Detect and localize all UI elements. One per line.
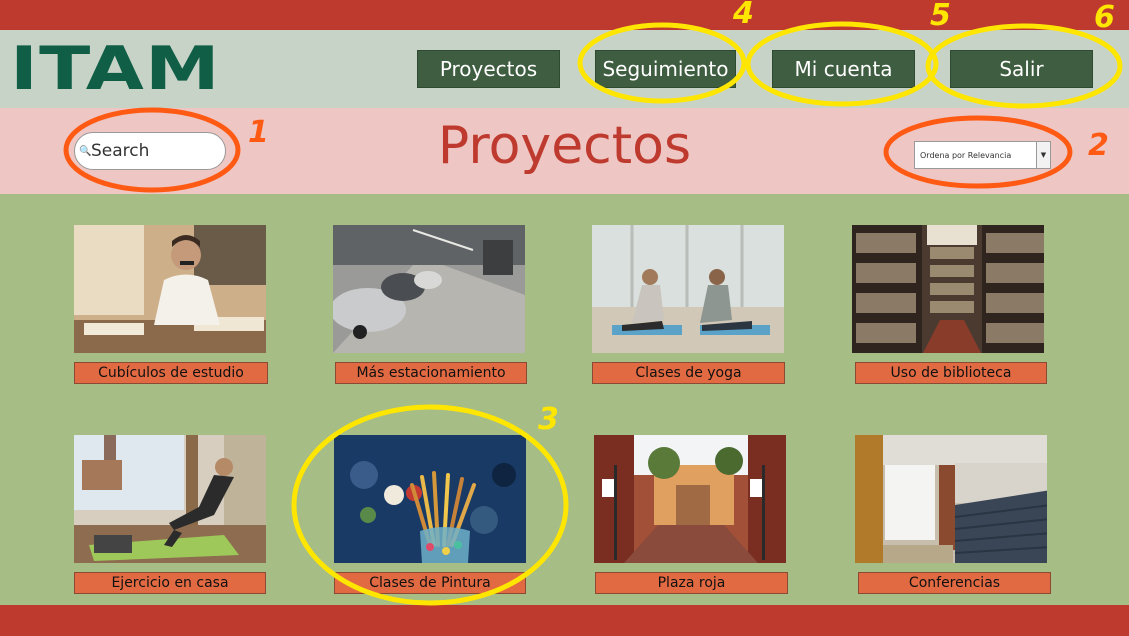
- annotation-number-1: 1: [248, 115, 269, 150]
- header: ITAM Proyectos Seguimiento Mi cuenta Sal…: [0, 30, 1129, 108]
- search-box[interactable]: 🔍: [74, 132, 226, 170]
- annotation-number-2: 2: [1088, 128, 1109, 163]
- nav-button-mi-cuenta[interactable]: Mi cuenta: [772, 50, 915, 88]
- plaza-photo[interactable]: [594, 435, 786, 563]
- itam-logo[interactable]: ITAM: [10, 39, 221, 99]
- card-label[interactable]: Clases de Pintura: [334, 572, 526, 594]
- sort-selected-value: Ordena por Relevancia: [920, 150, 1012, 160]
- yoga-photo[interactable]: [592, 225, 784, 353]
- annotation-number-4: 4: [733, 0, 754, 31]
- card-label[interactable]: Clases de yoga: [592, 362, 785, 384]
- card-cubiculos[interactable]: Cubículos de estudio: [74, 225, 270, 384]
- card-label[interactable]: Plaza roja: [595, 572, 788, 594]
- card-estacionamiento[interactable]: Más estacionamiento: [333, 225, 529, 384]
- chevron-down-icon[interactable]: ▼: [1036, 142, 1050, 168]
- sort-dropdown[interactable]: Ordena por Relevancia ▼: [914, 141, 1051, 169]
- card-label[interactable]: Conferencias: [858, 572, 1051, 594]
- annotation-number-5: 5: [930, 0, 951, 33]
- card-label[interactable]: Ejercicio en casa: [74, 572, 266, 594]
- bottom-red-bar: [0, 605, 1129, 636]
- nav-button-proyectos[interactable]: Proyectos: [417, 50, 560, 88]
- search-icon: 🔍: [79, 145, 92, 157]
- paint-brushes-photo[interactable]: [334, 435, 526, 563]
- library-photo[interactable]: [852, 225, 1044, 353]
- card-plaza-roja[interactable]: Plaza roja: [594, 435, 790, 594]
- title-band: Proyectos 🔍 Ordena por Relevancia ▼: [0, 108, 1129, 194]
- parking-photo[interactable]: [333, 225, 525, 353]
- card-ejercicio[interactable]: Ejercicio en casa: [74, 435, 270, 594]
- study-photo[interactable]: [74, 225, 266, 353]
- nav-button-seguimiento[interactable]: Seguimiento: [595, 50, 736, 88]
- card-biblioteca[interactable]: Uso de biblioteca: [852, 225, 1048, 384]
- nav-button-salir[interactable]: Salir: [950, 50, 1093, 88]
- home-exercise-photo[interactable]: [74, 435, 266, 563]
- card-conferencias[interactable]: Conferencias: [855, 435, 1051, 594]
- card-yoga[interactable]: Clases de yoga: [592, 225, 788, 384]
- card-label[interactable]: Más estacionamiento: [335, 362, 527, 384]
- card-label[interactable]: Uso de biblioteca: [855, 362, 1047, 384]
- top-red-bar: [0, 0, 1129, 30]
- card-label[interactable]: Cubículos de estudio: [74, 362, 268, 384]
- search-input[interactable]: [91, 141, 221, 161]
- annotation-number-6: 6: [1094, 0, 1115, 35]
- annotation-number-3: 3: [538, 402, 559, 437]
- card-pintura[interactable]: Clases de Pintura: [334, 435, 530, 594]
- auditorium-photo[interactable]: [855, 435, 1047, 563]
